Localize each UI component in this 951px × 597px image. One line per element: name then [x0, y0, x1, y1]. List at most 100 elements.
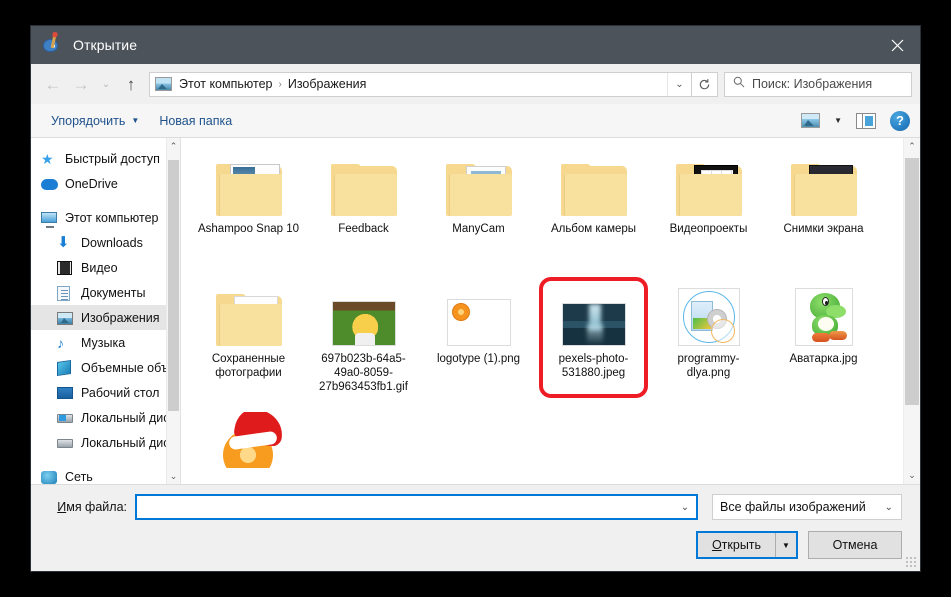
- file-scroll-track[interactable]: [904, 155, 920, 467]
- sidebar-scrollbar[interactable]: ⌃ ⌄: [166, 138, 180, 484]
- file-tile[interactable]: Снимки экрана: [766, 146, 881, 276]
- organize-button[interactable]: Упорядочить ▼: [41, 110, 149, 132]
- file-thumbnail: [328, 282, 400, 346]
- file-tile[interactable]: [191, 406, 306, 468]
- sidebar-item-1[interactable]: OneDrive: [31, 171, 180, 196]
- search-placeholder: Поиск: Изображения: [752, 77, 873, 91]
- file-tile-selected[interactable]: pexels-photo-531880.jpeg: [536, 276, 651, 406]
- image-thumbnail: [331, 301, 396, 346]
- close-icon[interactable]: [874, 26, 920, 64]
- sidebar-scroll-thumb[interactable]: [168, 160, 179, 412]
- file-scroll-up-icon[interactable]: ⌃: [908, 138, 916, 155]
- sidebar-item-12[interactable]: Сеть: [31, 464, 180, 484]
- file-thumbnail: [212, 412, 285, 468]
- sidebar-scroll-up-icon[interactable]: ⌃: [170, 138, 178, 154]
- filename-label-rest: мя файла:: [66, 500, 127, 514]
- sidebar-scroll-down-icon[interactable]: ⌄: [170, 468, 178, 484]
- open-label-mnemonic: О: [711, 538, 722, 552]
- action-buttons-row: Открыть ▼ Отмена: [49, 531, 902, 559]
- file-tile[interactable]: Ashampoo Snap 10: [191, 146, 306, 276]
- filename-input-wrapper[interactable]: ⌄: [135, 494, 698, 520]
- sidebar-scroll-track[interactable]: [167, 154, 180, 468]
- breadcrumb-item-0[interactable]: Этот компьютер: [176, 77, 275, 91]
- sidebar-item-label: Изображения: [81, 310, 160, 325]
- sidebar-item-11[interactable]: Локальный дис: [31, 430, 180, 455]
- file-name-label: logotype (1).png: [436, 353, 521, 365]
- file-list-view[interactable]: Ashampoo Snap 10 Feedback ManyCam Альбом ка…: [181, 138, 920, 484]
- file-tile[interactable]: 697b023b-64a5-49a0-8059-27b963453fb1.gif: [306, 276, 421, 406]
- file-thumbnail: [443, 152, 515, 216]
- preview-pane-button[interactable]: [850, 109, 882, 133]
- new-folder-label: Новая папка: [159, 113, 233, 128]
- sidebar-item-3[interactable]: ⬇ Downloads: [31, 230, 180, 255]
- file-thumbnail: [788, 152, 860, 216]
- folder-icon: [215, 294, 282, 346]
- window-buttons: [874, 26, 920, 64]
- navigation-pane: ★ Быстрый доступ OneDrive Этот компьютер ⬇ Do…: [31, 138, 181, 484]
- paint-palette-icon: [43, 34, 63, 55]
- address-bar[interactable]: Этот компьютер › Изображения ⌄: [149, 71, 692, 97]
- sidebar-item-10[interactable]: Локальный дис: [31, 405, 180, 430]
- file-tile[interactable]: Видеопроекты: [651, 146, 766, 276]
- open-dropdown-caret-icon[interactable]: ▼: [776, 533, 796, 557]
- file-tile[interactable]: Альбом камеры: [536, 146, 651, 276]
- command-bar-right: ▼ ?: [795, 109, 910, 133]
- filename-row: Имя файла: ⌄ Все файлы изображений ⌄: [49, 494, 902, 520]
- new-folder-button[interactable]: Новая папка: [149, 110, 242, 132]
- back-icon[interactable]: ←: [39, 69, 67, 99]
- computer-icon: [41, 210, 59, 228]
- refresh-icon[interactable]: [692, 71, 718, 97]
- cloud-icon: [41, 176, 59, 192]
- open-button[interactable]: Открыть: [698, 533, 776, 557]
- breadcrumb-item-1[interactable]: Изображения: [285, 77, 370, 91]
- folder-icon: [445, 164, 512, 216]
- cancel-button[interactable]: Отмена: [808, 531, 902, 559]
- sidebar-item-label: Downloads: [81, 235, 143, 250]
- file-scroll-thumb[interactable]: [905, 158, 919, 405]
- filename-input[interactable]: [141, 500, 674, 514]
- change-view-button[interactable]: [795, 109, 826, 132]
- file-tile[interactable]: logotype (1).png: [421, 276, 536, 406]
- search-icon: [733, 75, 745, 93]
- filetype-dropdown[interactable]: Все файлы изображений ⌄: [712, 494, 902, 520]
- filename-chevron-down-icon[interactable]: ⌄: [674, 496, 696, 518]
- chevron-down-icon: ▼: [131, 116, 140, 125]
- sidebar-item-5[interactable]: Документы: [31, 280, 180, 305]
- file-tile[interactable]: programmy-dlya.png: [651, 276, 766, 406]
- pictures-icon: [57, 310, 75, 326]
- file-tile[interactable]: ManyCam: [421, 146, 536, 276]
- file-scroll-down-icon[interactable]: ⌄: [908, 467, 916, 484]
- open-label-rest: ткрыть: [721, 538, 762, 552]
- organize-label: Упорядочить: [51, 113, 126, 128]
- sidebar-item-label: OneDrive: [65, 176, 118, 191]
- cancel-label: Отмена: [832, 538, 878, 552]
- file-tile[interactable]: Сохраненные фотографии: [191, 276, 306, 406]
- sidebar-item-4[interactable]: Видео: [31, 255, 180, 280]
- file-name-label: ManyCam: [452, 223, 505, 235]
- sidebar-list: ★ Быстрый доступ OneDrive Этот компьютер ⬇ Do…: [31, 138, 180, 484]
- up-icon[interactable]: ↑: [117, 69, 145, 99]
- sidebar-item-9[interactable]: Рабочий стол: [31, 380, 180, 405]
- file-name-label: Ashampoo Snap 10: [197, 223, 300, 235]
- recent-locations-chevron-down-icon[interactable]: ⌄: [95, 69, 117, 99]
- help-icon[interactable]: ?: [890, 110, 910, 131]
- dialog-footer: Имя файла: ⌄ Все файлы изображений ⌄ Отк…: [31, 485, 920, 571]
- open-split-button[interactable]: Открыть ▼: [696, 531, 798, 559]
- address-chevron-down-icon[interactable]: ⌄: [667, 72, 691, 96]
- sidebar-item-7[interactable]: ♪ Музыка: [31, 330, 180, 355]
- resize-grip-icon[interactable]: [905, 556, 917, 568]
- forward-icon[interactable]: →: [67, 69, 95, 99]
- search-box[interactable]: Поиск: Изображения: [724, 71, 912, 97]
- file-tile[interactable]: Аватарка.jpg: [766, 276, 881, 406]
- sidebar-item-2[interactable]: Этот компьютер: [31, 205, 180, 230]
- sidebar-item-6[interactable]: Изображения: [31, 305, 180, 330]
- sidebar-item-8[interactable]: Объемные объ: [31, 355, 180, 380]
- navigation-bar: ← → ⌄ ↑ Этот компьютер › Изображения ⌄ П…: [31, 64, 920, 104]
- sidebar-item-label: Быстрый доступ: [65, 151, 160, 166]
- file-tile[interactable]: Feedback: [306, 146, 421, 276]
- file-scrollbar[interactable]: ⌃ ⌄: [903, 138, 920, 484]
- video-icon: [57, 260, 75, 276]
- view-chevron-down-icon[interactable]: ▼: [828, 112, 848, 129]
- music-icon: ♪: [57, 334, 64, 351]
- sidebar-item-0[interactable]: ★ Быстрый доступ: [31, 146, 180, 171]
